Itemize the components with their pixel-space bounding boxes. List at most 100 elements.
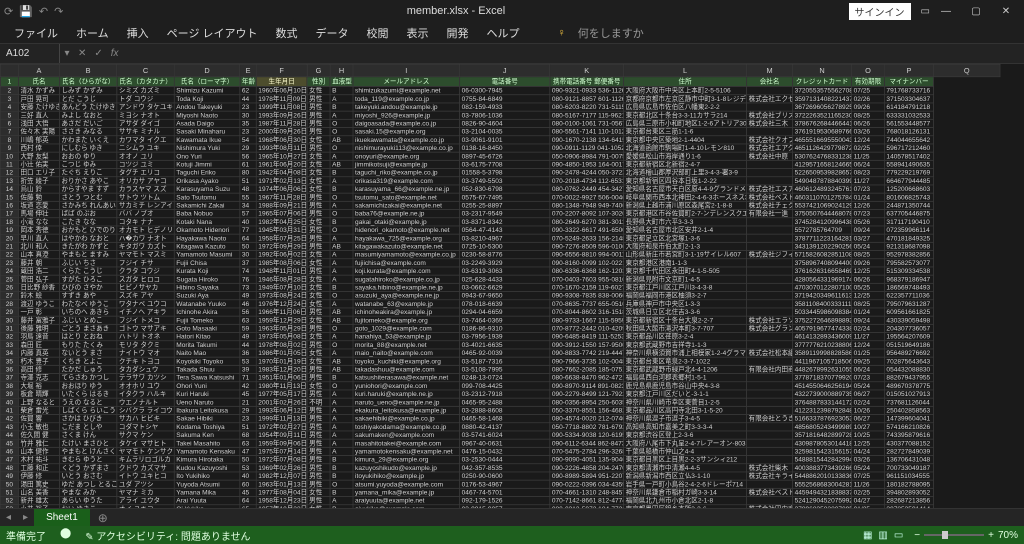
cell[interactable]: 06-0300-7945 xyxy=(460,87,550,95)
cell[interactable]: 052-830-6798 xyxy=(460,185,550,193)
cell[interactable]: 男性 xyxy=(307,193,330,201)
cell[interactable]: 大野 友梨 xyxy=(18,152,59,160)
cell[interactable]: 40 xyxy=(240,472,256,480)
undo-icon[interactable]: ↶ xyxy=(39,5,48,18)
cell[interactable]: 1987年11月28日 xyxy=(256,119,307,127)
cell[interactable]: 後藤 雅明 xyxy=(18,324,59,332)
ribbon-tab[interactable]: ファイル xyxy=(6,22,66,44)
cell[interactable]: 1985年08月06日 xyxy=(256,259,307,267)
cell[interactable]: 佐藤 勉 xyxy=(18,193,59,201)
cell[interactable]: Fujii Tomeko xyxy=(174,316,240,324)
cell[interactable]: こたき なな xyxy=(59,218,116,226)
cell[interactable]: 02/24 xyxy=(852,324,885,332)
col-header[interactable]: Q xyxy=(934,64,1000,76)
cell[interactable]: 女性 xyxy=(307,292,330,300)
cell[interactable]: 男性 xyxy=(307,226,330,234)
field-header[interactable]: 氏名 xyxy=(18,77,59,87)
cell[interactable]: 1978年08月02日 xyxy=(256,341,307,349)
cell[interactable]: 北海道檜山郡厚沢部町上里3-4-3-署3-9 xyxy=(624,169,747,177)
cell[interactable]: 186569748493 xyxy=(884,283,933,291)
cell[interactable]: B xyxy=(330,488,353,496)
cell[interactable]: 男性 xyxy=(307,324,330,332)
cell[interactable]: 女性 xyxy=(307,382,330,390)
col-header[interactable]: O xyxy=(852,64,885,76)
save-icon[interactable]: 💾 xyxy=(19,5,33,18)
cell[interactable]: 090-8160-0099 102-0221 xyxy=(550,259,624,267)
cell[interactable]: Karasuyama Suzu xyxy=(174,185,240,193)
cell[interactable]: 29 xyxy=(240,144,256,152)
ribbon-opts-icon[interactable]: ▭ xyxy=(921,6,930,17)
cell[interactable]: 080-2649-6270 381-3011 xyxy=(550,218,624,226)
cell[interactable]: daigoasada@example.co.jp xyxy=(353,119,460,127)
cell[interactable]: たけい まさひと xyxy=(59,439,116,447)
cell[interactable]: 1958年12月23日 xyxy=(256,497,307,505)
cell[interactable]: A xyxy=(330,234,353,242)
cell[interactable]: AB xyxy=(330,316,353,324)
cell[interactable]: ババ ノブオ xyxy=(117,210,174,218)
cell[interactable]: ないとう まさ xyxy=(59,349,116,357)
cell[interactable]: 0250-90-0600 xyxy=(460,472,550,480)
cell[interactable]: 070-4661-1310 248-8457 xyxy=(550,488,624,496)
cell[interactable]: 小井 裕子 xyxy=(18,505,59,508)
cell[interactable]: ハトリ トオネ xyxy=(117,333,174,341)
cell[interactable]: A xyxy=(330,251,353,259)
cell[interactable]: ササキ ミナル xyxy=(117,128,174,136)
cell[interactable]: yuniohori@example.com xyxy=(353,382,460,390)
cell[interactable]: 10/27 xyxy=(852,423,885,431)
cell[interactable]: B xyxy=(330,374,353,382)
field-header[interactable]: 携帯電話番号 郵便番号 xyxy=(550,77,624,87)
col-header[interactable]: J xyxy=(460,64,550,76)
cell[interactable]: ふじい とめこ xyxy=(59,316,116,324)
col-header[interactable]: M xyxy=(747,64,793,76)
cell[interactable]: kazuyoshikudo@example.jp xyxy=(353,464,460,472)
zoom-level[interactable]: 70% xyxy=(998,530,1018,541)
cell[interactable]: たぐち えりこ xyxy=(59,169,116,177)
cell[interactable] xyxy=(747,406,793,414)
table-row[interactable]: 4安藤 たけゆきあんどう たけゆきアンドウ タケユキAndou Takeyuki… xyxy=(0,103,1000,111)
cell[interactable]: クラタ コウジ xyxy=(117,267,174,275)
cell[interactable]: 東京都北区十条台3-3-11カサラ214 xyxy=(624,111,747,119)
cell[interactable]: 070-0403-7603 955-0810 xyxy=(550,275,624,283)
cell[interactable]: 佐々木 実陽 xyxy=(18,128,59,136)
cell[interactable]: ichinoheakira@example.jp xyxy=(353,308,460,316)
cell[interactable]: 坂道 恋愛 xyxy=(18,201,59,209)
cell[interactable]: 東京都港区港南1-1-3 xyxy=(624,259,747,267)
cell[interactable] xyxy=(747,242,793,250)
cell[interactable]: Orikasa Ayako xyxy=(174,177,240,185)
cell[interactable]: toshiyakodama@example.co.jp xyxy=(353,423,460,431)
cell[interactable]: ワタナベ ユウコ xyxy=(117,300,174,308)
cell[interactable]: 070-0022-9927 506-0046 xyxy=(550,193,624,201)
cell[interactable]: 一戸 彰 xyxy=(18,308,59,316)
cell[interactable]: 1965年10月27日 xyxy=(256,152,307,160)
cell[interactable]: 新井 雄太 xyxy=(18,497,59,505)
table-row[interactable]: 11小辻 佑実こつじ ゆみコツジ ユミKotuji Jimmi611961年06… xyxy=(0,160,1000,168)
cell[interactable]: 147399604041 xyxy=(884,415,933,423)
cell[interactable]: 東京都新宿区四谷本日坂1-2-22 xyxy=(624,177,747,185)
cell[interactable]: 3722263521165230 xyxy=(793,111,852,119)
field-header[interactable]: 会社名 xyxy=(747,77,793,87)
cell[interactable]: 3750507644468078 xyxy=(793,210,852,218)
cell[interactable]: 0255-25-8897 xyxy=(460,201,550,209)
cell[interactable]: 07/23 xyxy=(852,210,885,218)
cell[interactable]: 03-0662-6629 xyxy=(460,283,550,291)
cell[interactable]: 09/24 xyxy=(852,316,885,324)
cell[interactable]: 1973年08月24日 xyxy=(256,292,307,300)
cell[interactable]: 株式会社三木 xyxy=(747,119,793,127)
cell[interactable]: 女性 xyxy=(307,169,330,177)
cell[interactable]: やまな みか xyxy=(59,488,116,496)
table-row[interactable]: 34内藤 真英ないとう まさナイトウ マオNaito Mao361986年01月… xyxy=(0,349,1000,357)
cell[interactable]: 1973年05月08日 xyxy=(256,333,307,341)
cell[interactable]: カラスヤマ スズ xyxy=(117,185,174,193)
cell[interactable]: 神奈川県鎌倉市稲村ガ崎3-3-14 xyxy=(624,488,747,496)
field-header[interactable]: 生年月日 xyxy=(256,77,307,87)
cell[interactable]: 男性 xyxy=(307,144,330,152)
cell[interactable]: 5241290452075992 xyxy=(793,497,852,505)
cell[interactable]: jimmikotsuji@example.jp xyxy=(353,160,460,168)
cell[interactable]: 397853591414 xyxy=(884,505,933,508)
cell[interactable]: Sakae Hibiki xyxy=(174,415,240,423)
cell[interactable]: 株式会社ジフィル xyxy=(747,251,793,259)
cell[interactable]: sakamichizakai@example.net xyxy=(353,201,460,209)
cell[interactable]: 株式会社ベストワン xyxy=(747,488,793,496)
cell[interactable]: 3764887833144172 xyxy=(793,398,852,406)
cell[interactable]: 1999年11月08日 xyxy=(256,103,307,111)
